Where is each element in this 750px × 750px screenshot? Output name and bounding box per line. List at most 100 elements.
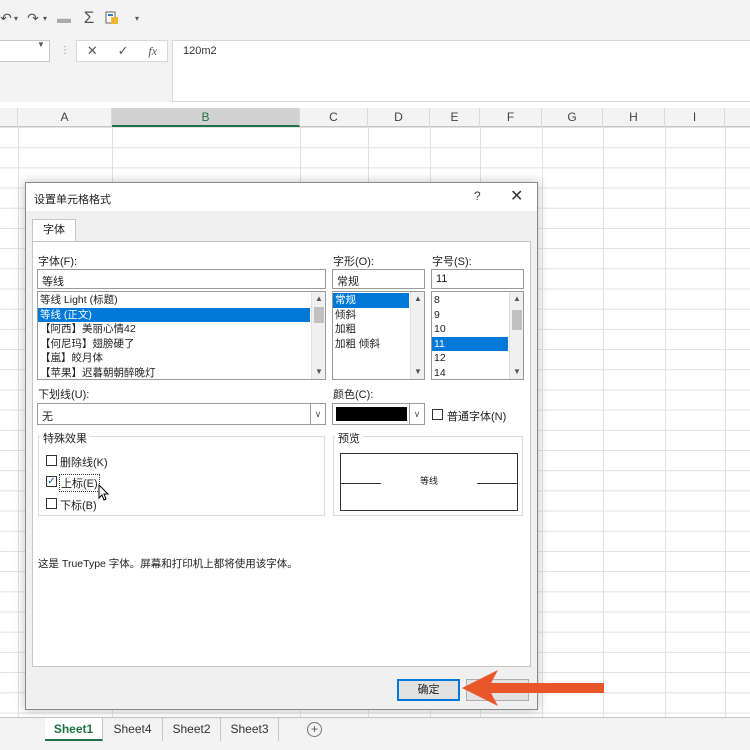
- sheet-tab-sheet1[interactable]: Sheet1: [45, 718, 103, 741]
- insert-function-icon[interactable]: fx: [148, 44, 157, 59]
- quick-access-toolbar: ↶ ▾ ↷ ▾ ▬ Σ ▾: [0, 0, 750, 36]
- size-list-item[interactable]: 10: [432, 322, 508, 337]
- grid-line: [725, 127, 726, 717]
- tab-font[interactable]: 字体: [32, 219, 76, 242]
- column-header-d[interactable]: D: [368, 108, 430, 127]
- mouse-cursor-icon: [98, 484, 110, 501]
- scroll-down-icon[interactable]: ▼: [510, 366, 523, 378]
- column-header-h[interactable]: H: [603, 108, 665, 127]
- formula-input[interactable]: 120m2: [172, 40, 750, 102]
- font-name-input[interactable]: 等线: [37, 269, 326, 289]
- ok-button[interactable]: 确定: [397, 679, 460, 701]
- close-icon[interactable]: ✕: [510, 186, 523, 206]
- size-list-item[interactable]: 9: [432, 308, 508, 323]
- format-painter-icon[interactable]: ▬: [56, 8, 72, 28]
- font-list-item[interactable]: 等线 (正文): [38, 307, 310, 322]
- color-label: 颜色(C):: [333, 389, 374, 401]
- scroll-up-icon[interactable]: ▲: [312, 293, 325, 305]
- column-header-a[interactable]: A: [18, 108, 112, 127]
- font-style-input[interactable]: 常规: [332, 269, 425, 289]
- font-list[interactable]: 等线 Light (标题) 等线 (正文) 【阿西】美丽心情42 【何尼玛】翅膀硬了【…: [37, 291, 326, 380]
- column-header-f[interactable]: F: [480, 108, 542, 127]
- scroll-down-icon[interactable]: ▼: [312, 366, 325, 378]
- underline-select[interactable]: 无 ∨: [37, 403, 326, 425]
- formula-bar: ▼ ⋮ ✕ ✓ fx 120m2: [0, 36, 750, 102]
- font-list-item[interactable]: 【阿西】美丽心情42: [38, 322, 310, 337]
- font-list-item[interactable]: 等线 Light (标题): [38, 293, 310, 308]
- font-label: 字体(F):: [38, 256, 78, 268]
- grid-line: [542, 127, 543, 717]
- name-box-dropdown-icon[interactable]: ▼: [37, 40, 45, 49]
- effects-title: 特殊效果: [40, 430, 90, 446]
- style-list-item[interactable]: 倾斜: [333, 308, 409, 323]
- sheet-tab-sheet3[interactable]: Sheet3: [221, 718, 279, 741]
- sheet-tab-bar: Sheet1 Sheet4 Sheet2 Sheet3 +: [0, 717, 750, 741]
- font-list-scrollbar[interactable]: ▲ ▼: [311, 292, 325, 379]
- customize-toolbar-icon[interactable]: ▾: [132, 8, 142, 28]
- superscript-label: 上标(E): [59, 474, 100, 492]
- font-list-item[interactable]: 【嵐】皎月体: [38, 351, 310, 366]
- select-all-corner[interactable]: [0, 108, 18, 127]
- chevron-down-icon[interactable]: ∨: [310, 404, 325, 424]
- grid-line: [18, 127, 19, 717]
- superscript-checkbox[interactable]: ✓: [46, 476, 57, 487]
- underline-value: 无: [42, 411, 53, 423]
- cancel-icon[interactable]: ✕: [87, 43, 98, 59]
- font-size-input[interactable]: 11: [431, 269, 524, 289]
- column-header-e[interactable]: E: [430, 108, 480, 127]
- formula-bar-buttons: ✕ ✓ fx: [76, 40, 168, 62]
- scroll-thumb[interactable]: [512, 310, 522, 330]
- chevron-down-icon[interactable]: ∨: [409, 404, 424, 424]
- size-label: 字号(S):: [432, 256, 472, 268]
- autosum-icon[interactable]: Σ: [80, 8, 98, 28]
- column-header-i[interactable]: I: [665, 108, 725, 127]
- subscript-label: 下标(B): [60, 500, 97, 512]
- color-select[interactable]: ∨: [332, 403, 425, 425]
- sheet-tab-sheet2[interactable]: Sheet2: [163, 718, 221, 741]
- column-header-b[interactable]: B: [112, 108, 300, 127]
- subscript-checkbox[interactable]: [46, 498, 57, 509]
- dialog-titlebar: 设置单元格格式 ? ✕: [26, 183, 537, 211]
- column-headers: A B C D E F G H I: [0, 108, 750, 127]
- scroll-up-icon[interactable]: ▲: [411, 293, 424, 305]
- redo-dropdown-icon[interactable]: ▾: [41, 8, 49, 28]
- color-swatch: [336, 407, 407, 421]
- strikethrough-checkbox[interactable]: [46, 455, 57, 466]
- grid-line: [665, 127, 666, 717]
- add-sheet-icon[interactable]: +: [307, 722, 322, 737]
- font-style-list[interactable]: 常规 倾斜 加粗 加粗 倾斜 ▲ ▼: [332, 291, 425, 380]
- scroll-thumb[interactable]: [314, 307, 324, 323]
- font-list-item[interactable]: 【何尼玛】翅膀硬了: [38, 337, 310, 352]
- undo-dropdown-icon[interactable]: ▾: [12, 8, 20, 28]
- style-list-item[interactable]: 常规: [333, 293, 409, 308]
- column-header-c[interactable]: C: [300, 108, 368, 127]
- scroll-up-icon[interactable]: ▲: [510, 293, 523, 305]
- style-list-scrollbar[interactable]: ▲ ▼: [410, 292, 424, 379]
- redo-icon[interactable]: ↷: [25, 8, 41, 28]
- style-list-item[interactable]: 加粗: [333, 322, 409, 337]
- sort-filter-icon[interactable]: [104, 8, 120, 28]
- grid-line: [603, 127, 604, 717]
- enter-icon[interactable]: ✓: [118, 43, 129, 59]
- size-list-item[interactable]: 8: [432, 293, 508, 308]
- sheet-tab-sheet4[interactable]: Sheet4: [103, 718, 163, 741]
- font-size-list[interactable]: 8 9 10 11 12 14 ▲ ▼: [431, 291, 524, 380]
- size-list-scrollbar[interactable]: ▲ ▼: [509, 292, 523, 379]
- normal-font-checkbox[interactable]: [432, 409, 443, 420]
- style-list-item[interactable]: 加粗 倾斜: [333, 337, 409, 352]
- size-list-item[interactable]: 14: [432, 366, 508, 380]
- undo-icon[interactable]: ↶: [0, 8, 12, 28]
- scroll-down-icon[interactable]: ▼: [411, 366, 424, 378]
- normal-font-label: 普通字体(N): [447, 411, 507, 423]
- preview-box: 等线: [340, 453, 518, 511]
- preview-text: 等线: [419, 476, 438, 486]
- column-header-g[interactable]: G: [542, 108, 603, 127]
- underline-label: 下划线(U):: [38, 389, 90, 401]
- formula-bar-grip-icon: ⋮: [60, 45, 70, 56]
- help-icon[interactable]: ?: [474, 189, 481, 203]
- size-list-item[interactable]: 11: [432, 336, 508, 351]
- font-info-text: 这是 TrueType 字体。屏幕和打印机上都将使用该字体。: [38, 558, 298, 570]
- font-list-item[interactable]: 【苹果】迟暮朝朝醉晚灯: [38, 366, 310, 380]
- strikethrough-label: 删除线(K): [60, 457, 108, 469]
- size-list-item[interactable]: 12: [432, 351, 508, 366]
